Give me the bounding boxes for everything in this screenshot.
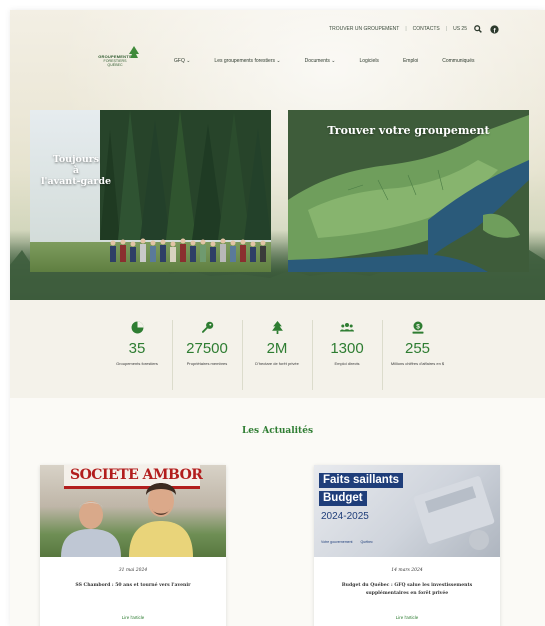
news-card[interactable]: Faits saillants Budget 2024-2025 Votre g… <box>314 465 500 626</box>
money-icon: $ <box>412 320 424 334</box>
people-icon <box>340 320 354 334</box>
stat-label: D'hectare de forêt privée <box>255 361 299 366</box>
find-group-map-card[interactable]: Trouver votre groupement <box>288 110 529 272</box>
stat-label: Propriétaires membres <box>186 361 228 366</box>
stat-emplois: 1300 Emploi directs <box>313 320 383 390</box>
stat-label: Groupements forestiers <box>116 361 158 366</box>
search-icon[interactable] <box>473 24 483 34</box>
nav-communiques[interactable]: Communiqués <box>430 58 486 64</box>
stat-value: 255 <box>404 340 431 357</box>
stat-value: 35 <box>128 340 146 357</box>
gov-label: Votre gouvernement <box>321 540 353 544</box>
utility-nav: TROUVER UN GROUPEMENT | CONTACTS | US 25… <box>329 24 499 34</box>
news-card[interactable]: SOCIETE AMBOR 31 mai 2024 SS Chambord : … <box>40 465 226 626</box>
group-of-people-image <box>110 238 266 262</box>
news-date: 14 mars 2024 <box>391 568 423 573</box>
stats-section: 35 Groupements forestiers 27500 Propriét… <box>10 300 545 398</box>
tree-icon <box>271 320 283 334</box>
budget-badge-faits: Faits saillants <box>319 473 404 488</box>
news-headline[interactable]: SS Chambord : 50 ans et tourné vers l'av… <box>48 582 218 590</box>
news-image-chambord: SOCIETE AMBOR <box>40 465 226 557</box>
key-icon <box>201 320 214 334</box>
gov-logos: Votre gouvernement Québec <box>321 537 401 547</box>
stat-value: 1300 <box>330 340 364 357</box>
stat-label: Millions chiffres d'affaires en $ <box>390 361 445 366</box>
news-date: 31 mai 2024 <box>118 568 148 573</box>
stat-chiffres: $ 255 Millions chiffres d'affaires en $ <box>383 320 453 390</box>
main-nav: GROUPEMENTS FORESTIERS QUÉBEC GFQ ⌄ Les … <box>88 46 486 67</box>
news-headline[interactable]: Budget du Québec : GFQ salue les investi… <box>322 582 492 598</box>
news-image-budget: Faits saillants Budget 2024-2025 Votre g… <box>314 465 500 557</box>
nav-groupements[interactable]: Les groupements forestiers ⌄ <box>202 58 292 64</box>
stat-value: 2M <box>266 340 288 357</box>
calculator-image <box>413 476 495 550</box>
lang-link[interactable]: US 25 <box>453 26 467 32</box>
stat-groupements: 35 Groupements forestiers <box>103 320 173 390</box>
read-more-link[interactable]: Lire l'article <box>314 615 500 620</box>
gfq-logo[interactable]: GROUPEMENTS FORESTIERS QUÉBEC <box>88 46 142 67</box>
page: TROUVER UN GROUPEMENT | CONTACTS | US 25… <box>10 10 545 626</box>
stat-value: 27500 <box>186 340 228 357</box>
hero-photo-caption: Toujours à l'avant-garde <box>40 154 112 187</box>
young-man-image <box>129 483 193 557</box>
hero-photo-card[interactable]: Toujours à l'avant-garde <box>30 110 271 272</box>
nav-logiciels[interactable]: Logiciels <box>347 58 390 64</box>
map-card-title: Trouver votre groupement <box>327 124 490 137</box>
nav-emploi[interactable]: Emploi <box>391 58 430 64</box>
stat-label: Emploi directs <box>334 361 360 366</box>
nav-gfq[interactable]: GFQ ⌄ <box>162 58 202 64</box>
news-section-title: Les Actualités <box>241 426 314 436</box>
stat-hectares: 2M D'hectare de forêt privée <box>243 320 313 390</box>
pie-chart-icon <box>131 320 144 334</box>
hero-section: TROUVER UN GROUPEMENT | CONTACTS | US 25… <box>10 10 545 300</box>
quebec-label: Québec <box>360 540 373 544</box>
older-man-image <box>61 501 121 557</box>
facebook-icon[interactable]: f <box>489 24 499 34</box>
find-group-link[interactable]: TROUVER UN GROUPEMENT <box>329 26 399 32</box>
nav-documents[interactable]: Documents ⌄ <box>293 58 348 64</box>
stat-proprietaires: 27500 Propriétaires membres <box>173 320 243 390</box>
contacts-link[interactable]: CONTACTS <box>413 26 440 32</box>
forest-photo <box>100 110 271 240</box>
read-more-link[interactable]: Lire l'article <box>40 615 226 620</box>
svg-text:$: $ <box>416 323 420 330</box>
logo-tree-icon <box>129 46 139 58</box>
budget-year: 2024-2025 <box>321 511 369 522</box>
budget-badge-budget: Budget <box>319 491 367 506</box>
